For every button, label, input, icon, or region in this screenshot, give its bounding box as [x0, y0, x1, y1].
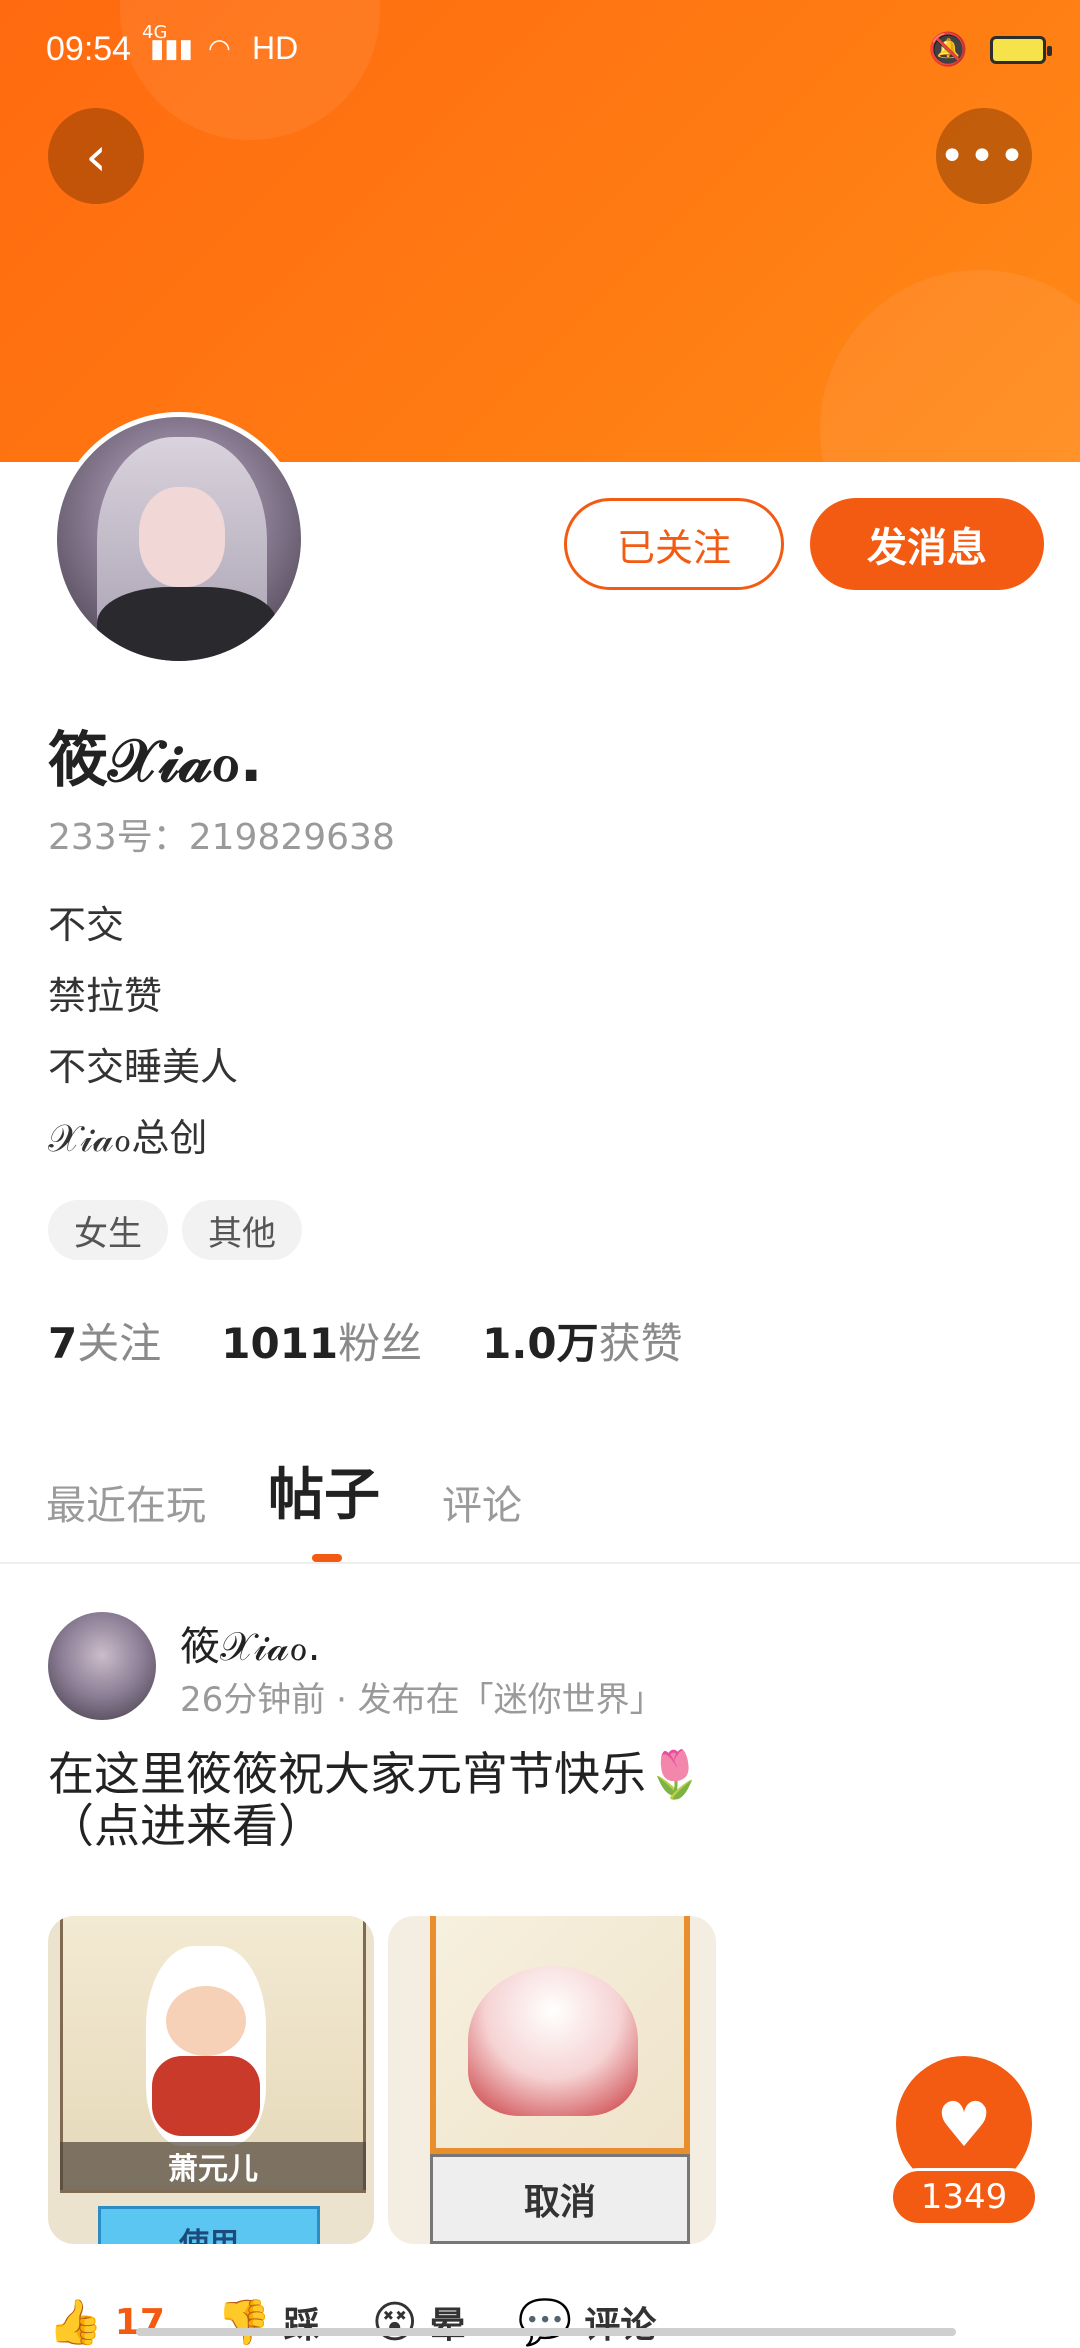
post-text-line: （点进来看）	[48, 1799, 324, 1853]
avatar-face	[139, 487, 225, 587]
dislike-action-label: 踩	[283, 2305, 320, 2346]
post-author-name[interactable]: 筱𝒳𝒾𝒶ℴ.	[180, 1614, 320, 1672]
post-text-line: 在这里筱筱祝大家元宵节快乐🌷	[48, 1747, 704, 1801]
stat-number: 1011	[221, 1319, 339, 1368]
tab-recently-played[interactable]: 最近在玩	[46, 1473, 206, 1531]
like-count: 1349	[890, 2168, 1038, 2226]
battery-icon	[990, 36, 1052, 64]
home-indicator[interactable]	[136, 2328, 956, 2336]
post-image-2[interactable]: 取消	[388, 1916, 716, 2244]
thumbs-down-icon: 👎	[216, 2297, 272, 2348]
stat-number: 1.0万	[482, 1319, 599, 1368]
tabs-divider	[0, 1562, 1080, 1564]
bio-line: 𝒳𝒾𝒶ℴ总创	[48, 1116, 208, 1160]
tag-gender: 女生	[48, 1200, 168, 1260]
tab-posts[interactable]: 帖子	[268, 1450, 380, 1531]
tag-other: 其他	[182, 1200, 302, 1260]
dislike-action[interactable]: 👎 踩	[217, 2296, 320, 2348]
post-image-1[interactable]: 萧元儿 使用	[48, 1916, 374, 2244]
wifi-icon: ◠	[208, 34, 231, 64]
comment-icon: 💬	[517, 2297, 573, 2348]
cancel-button-image: 取消	[430, 2154, 690, 2244]
profile-username: 筱𝒳𝒾𝒶ℴ.	[48, 726, 263, 796]
character-figure	[146, 1946, 266, 2146]
network-label: 4G	[142, 22, 168, 43]
more-dots-icon: •••	[939, 130, 1029, 182]
tab-comments[interactable]: 评论	[442, 1473, 522, 1531]
profile-bio: 不交 禁拉赞 不交睡美人 𝒳𝒾𝒶ℴ总创	[48, 890, 238, 1174]
back-arrow-icon: ‹	[85, 124, 107, 188]
profile-stats: 7关注 1011粉丝 1.0万获赞	[48, 1310, 683, 1371]
stat-following[interactable]: 7关注	[48, 1310, 161, 1371]
heart-icon: ♥	[936, 2087, 992, 2161]
profile-id: 233号：219829638	[48, 817, 395, 858]
comment-action-label: 评论	[584, 2305, 657, 2346]
stat-followers[interactable]: 1011粉丝	[221, 1310, 422, 1371]
more-button[interactable]: •••	[936, 108, 1032, 204]
stat-label: 关注	[77, 1319, 162, 1368]
following-button[interactable]: 已关注	[564, 498, 784, 590]
stat-label: 获赞	[598, 1319, 683, 1368]
bio-line: 禁拉赞	[48, 974, 163, 1018]
stat-likes: 1.0万获赞	[482, 1310, 682, 1371]
profile-tags: 女生 其他	[48, 1200, 302, 1260]
send-message-button[interactable]: 发消息	[810, 498, 1044, 590]
use-button-image: 使用	[98, 2206, 320, 2244]
bio-line: 不交	[48, 903, 125, 947]
post-meta: 26分钟前 · 发布在「迷你世界」	[180, 1680, 664, 1720]
post-author-avatar[interactable]	[48, 1612, 156, 1720]
hd-label: HD	[252, 30, 299, 66]
mute-bell-icon: 🔕	[928, 30, 968, 68]
character-head	[166, 1986, 246, 2056]
active-tab-indicator	[312, 1554, 342, 1562]
like-action-count: 17	[114, 2301, 165, 2343]
status-bar: 09:54 ▮▮▮ 4G ◠ HD 🔕	[0, 0, 1080, 110]
stat-label: 粉丝	[338, 1319, 423, 1368]
dizzy-action-label: 晕	[429, 2305, 466, 2346]
status-time: 09:54	[46, 30, 132, 68]
like-action[interactable]: 👍 17	[48, 2296, 165, 2348]
dizzy-action[interactable]: 😵 晕	[372, 2296, 466, 2348]
stat-number: 7	[48, 1319, 78, 1368]
character-coat	[152, 2056, 260, 2136]
avatar-body	[97, 587, 277, 661]
profile-avatar[interactable]	[52, 412, 306, 666]
banner-decoration	[820, 270, 1080, 462]
post-body[interactable]: 在这里筱筱祝大家元宵节快乐🌷 （点进来看）	[48, 1748, 703, 1852]
character-name: 萧元儿	[60, 2142, 366, 2190]
thumbs-up-icon: 👍	[48, 2297, 103, 2348]
back-button[interactable]: ‹	[48, 108, 144, 204]
bio-line: 不交睡美人	[48, 1045, 239, 1089]
dress-item	[468, 1966, 638, 2116]
comment-action[interactable]: 💬 评论	[518, 2296, 657, 2348]
profile-tabs: 最近在玩 帖子 评论	[46, 1450, 522, 1531]
post-actions: 👍 17 👎 踩 😵 晕 💬 评论	[48, 2296, 656, 2348]
profile-banner: 09:54 ▮▮▮ 4G ◠ HD 🔕 ‹ •••	[0, 0, 1080, 462]
